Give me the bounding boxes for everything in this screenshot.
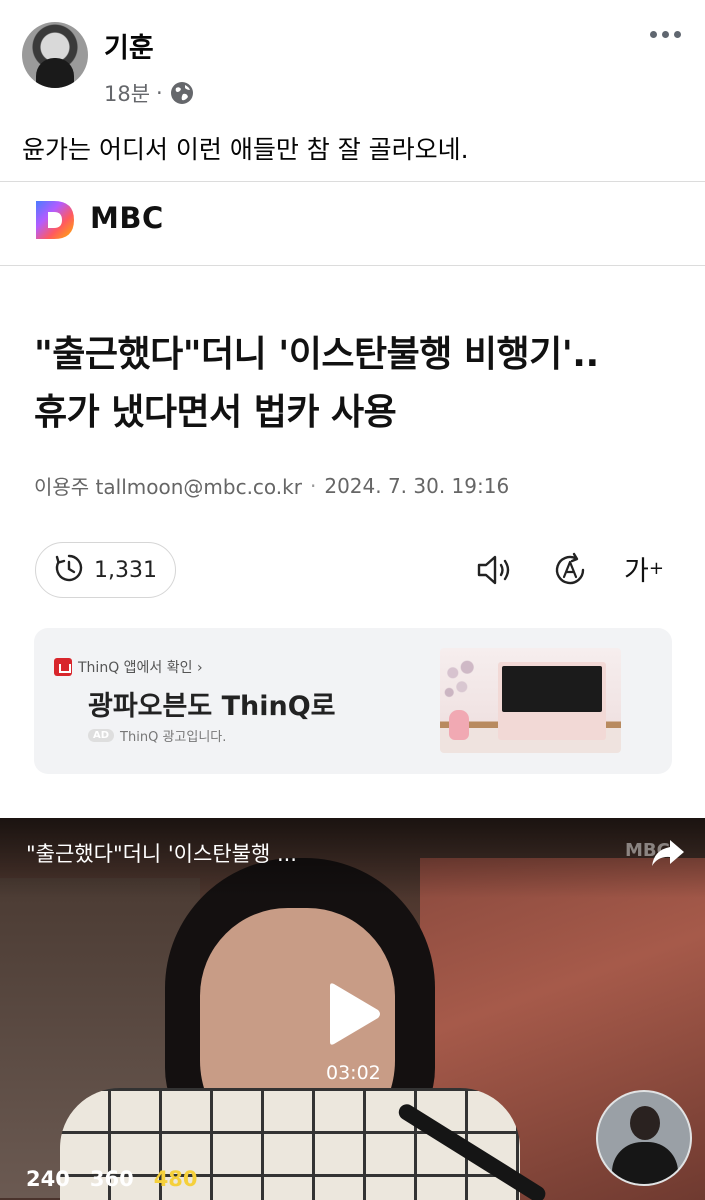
ad-oven-image[interactable]	[440, 648, 621, 753]
ad-sub: AD ThinQ 광고입니다.	[88, 726, 226, 745]
share-icon[interactable]	[650, 838, 686, 868]
video-duration: 03:02	[326, 1062, 381, 1084]
daum-logo-icon	[34, 199, 76, 241]
font-size-button[interactable]: 가 +	[624, 548, 664, 588]
article-headline: "출근했다"더니 '이스탄불행 비행기'.. 휴가 냈다면서 법카 사용	[34, 326, 684, 442]
thinq-home-icon	[54, 658, 72, 676]
dot-icon	[662, 30, 669, 38]
divider	[0, 265, 705, 266]
ad-top-link[interactable]: ThinQ 앱에서 확인 ›	[54, 657, 203, 677]
play-button[interactable]	[320, 982, 384, 1046]
ad-sub-text: ThinQ 광고입니다.	[120, 730, 227, 745]
flowers-image	[442, 656, 478, 712]
video-player[interactable]: "출근했다"더니 '이스탄불행 ... MBC 03:02 240 360 48…	[0, 818, 705, 1200]
clock-icon	[54, 553, 84, 587]
views-count: 1,331	[94, 557, 157, 583]
post-text: 윤가는 어디서 이런 애들만 참 잘 골라오네.	[22, 135, 469, 164]
vase-image	[449, 710, 469, 740]
quality-240[interactable]: 240	[26, 1167, 70, 1191]
divider	[0, 181, 705, 182]
post-meta: 18분 ·	[104, 78, 195, 108]
sign-language-interpreter	[596, 1090, 692, 1186]
avatar[interactable]	[22, 22, 88, 88]
globe-icon	[169, 80, 195, 106]
dot-icon	[674, 30, 681, 38]
post-header: 기훈 18분 ·	[0, 0, 705, 120]
more-options-button[interactable]	[650, 22, 690, 46]
dot-icon	[650, 30, 657, 38]
quality-360[interactable]: 360	[90, 1167, 134, 1191]
speaker-icon[interactable]	[474, 550, 514, 590]
views-pill: 1,331	[35, 542, 176, 598]
author-name[interactable]: 기훈	[104, 26, 154, 65]
byline-separator: ·	[309, 473, 317, 498]
oven-image	[498, 662, 606, 740]
headline-line: 휴가 냈다면서 법카 사용	[34, 392, 397, 433]
quality-selector: 240 360 480	[26, 1167, 198, 1191]
ad-badge: AD	[88, 729, 115, 742]
source-name[interactable]: MBC	[90, 201, 164, 235]
ad-title[interactable]: 광파오븐도 ThinQ로	[88, 684, 336, 723]
translate-icon[interactable]	[550, 550, 590, 590]
ad-top-text: ThinQ 앱에서 확인 ›	[78, 660, 203, 676]
font-size-plus: +	[648, 557, 664, 579]
reporter[interactable]: 이용주 tallmoon@mbc.co.kr	[34, 471, 302, 500]
meta-separator: ·	[156, 81, 163, 105]
font-size-label: 가	[624, 555, 649, 587]
headline-line: "출근했다"더니 '이스탄불행 비행기'..	[34, 334, 599, 375]
video-title: "출근했다"더니 '이스탄불행 ...	[26, 842, 297, 866]
publish-date: 2024. 7. 30. 19:16	[324, 473, 510, 498]
quality-480[interactable]: 480	[154, 1167, 198, 1191]
post-time[interactable]: 18분	[104, 78, 150, 108]
byline: 이용주 tallmoon@mbc.co.kr · 2024. 7. 30. 19…	[34, 471, 509, 500]
